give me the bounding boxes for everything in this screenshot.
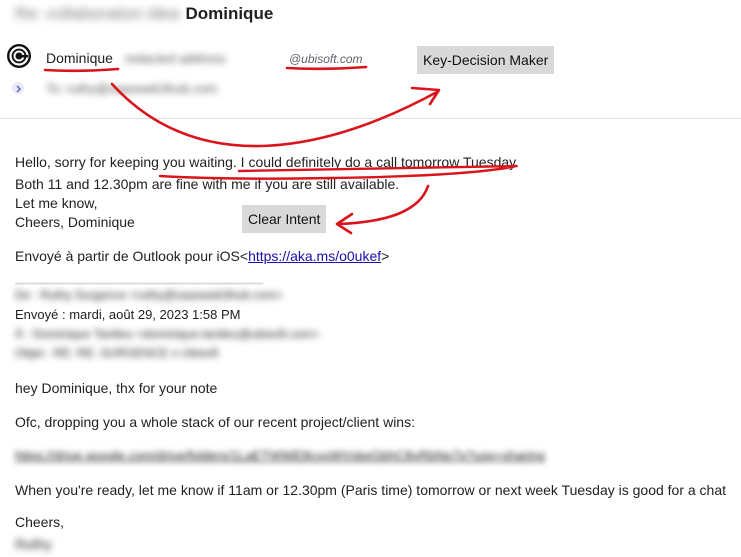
underline-domain <box>285 65 368 71</box>
annotation-overlay <box>43 65 518 235</box>
arrow-to-key-decision-maker <box>110 82 439 148</box>
underline-sender-name <box>43 67 120 73</box>
underline-intent <box>158 164 518 180</box>
arrow-to-clear-intent <box>337 184 430 226</box>
